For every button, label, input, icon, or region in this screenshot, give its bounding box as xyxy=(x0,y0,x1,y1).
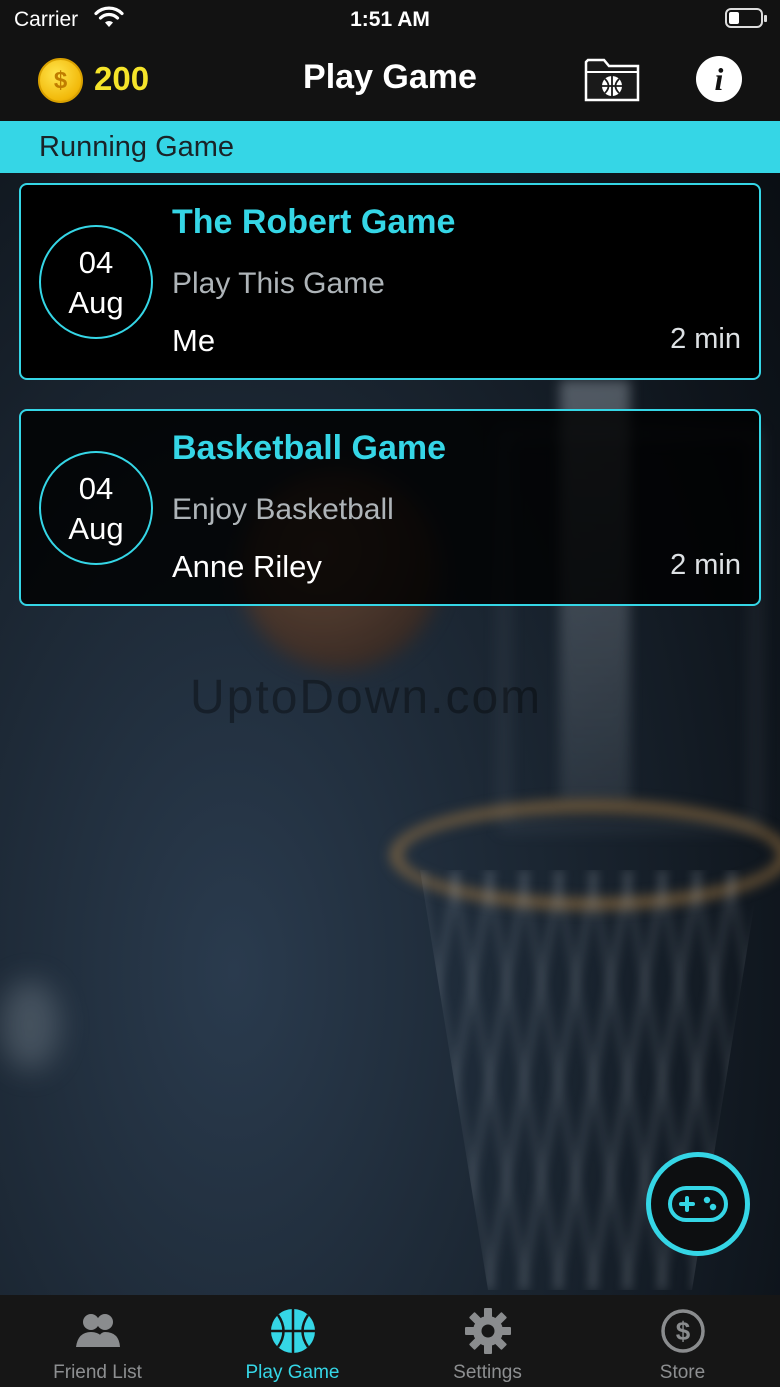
friends-icon xyxy=(76,1314,120,1347)
game-duration: 2 min xyxy=(670,549,741,581)
tab-play-game[interactable]: Play Game xyxy=(195,1295,390,1387)
game-title: Basketball Game xyxy=(172,429,447,467)
date-month: Aug xyxy=(68,285,124,320)
tab-label: Settings xyxy=(453,1362,522,1383)
game-subtitle: Play This Game xyxy=(172,267,385,300)
page-title: Play Game xyxy=(303,58,477,96)
section-header: Running Game xyxy=(0,121,780,173)
new-game-button[interactable] xyxy=(646,1152,750,1256)
info-button[interactable]: i xyxy=(696,56,742,102)
status-bar: Carrier 1:51 AM xyxy=(0,0,780,40)
game-title: The Robert Game xyxy=(172,203,456,241)
section-title: Running Game xyxy=(39,131,235,163)
tab-label: Play Game xyxy=(245,1362,340,1383)
gear-icon xyxy=(465,1308,511,1354)
tab-friend-list[interactable]: Friend List xyxy=(0,1295,195,1387)
game-subtitle: Enjoy Basketball xyxy=(172,493,394,526)
tab-store[interactable]: $ Store xyxy=(585,1295,780,1387)
date-month: Aug xyxy=(68,511,124,546)
date-day: 04 xyxy=(78,471,114,506)
date-badge: 04 Aug xyxy=(39,451,153,565)
game-card[interactable]: 04 Aug Basketball Game Enjoy Basketball … xyxy=(19,409,761,606)
basketball-icon xyxy=(271,1309,315,1353)
game-card[interactable]: 04 Aug The Robert Game Play This Game Me… xyxy=(19,183,761,380)
game-folder-button[interactable] xyxy=(583,54,641,104)
tab-label: Store xyxy=(659,1362,706,1383)
tab-settings[interactable]: Settings xyxy=(390,1295,585,1387)
clock: 1:51 AM xyxy=(350,8,430,31)
watermark-text: UptoDown.com xyxy=(190,671,543,724)
dollar-icon: $ xyxy=(661,1309,705,1353)
game-player: Anne Riley xyxy=(172,549,322,584)
svg-text:$: $ xyxy=(676,1316,691,1346)
game-player: Me xyxy=(172,323,216,358)
tab-bar: Friend List Play Game Settings $ Store xyxy=(0,1295,780,1387)
gamepad-icon xyxy=(668,1186,728,1222)
battery-icon xyxy=(725,8,767,28)
nav-header: $ 200 Play Game i xyxy=(0,40,780,121)
game-duration: 2 min xyxy=(670,323,741,355)
tab-label: Friend List xyxy=(53,1362,142,1383)
date-badge: 04 Aug xyxy=(39,225,153,339)
date-day: 04 xyxy=(78,245,114,280)
